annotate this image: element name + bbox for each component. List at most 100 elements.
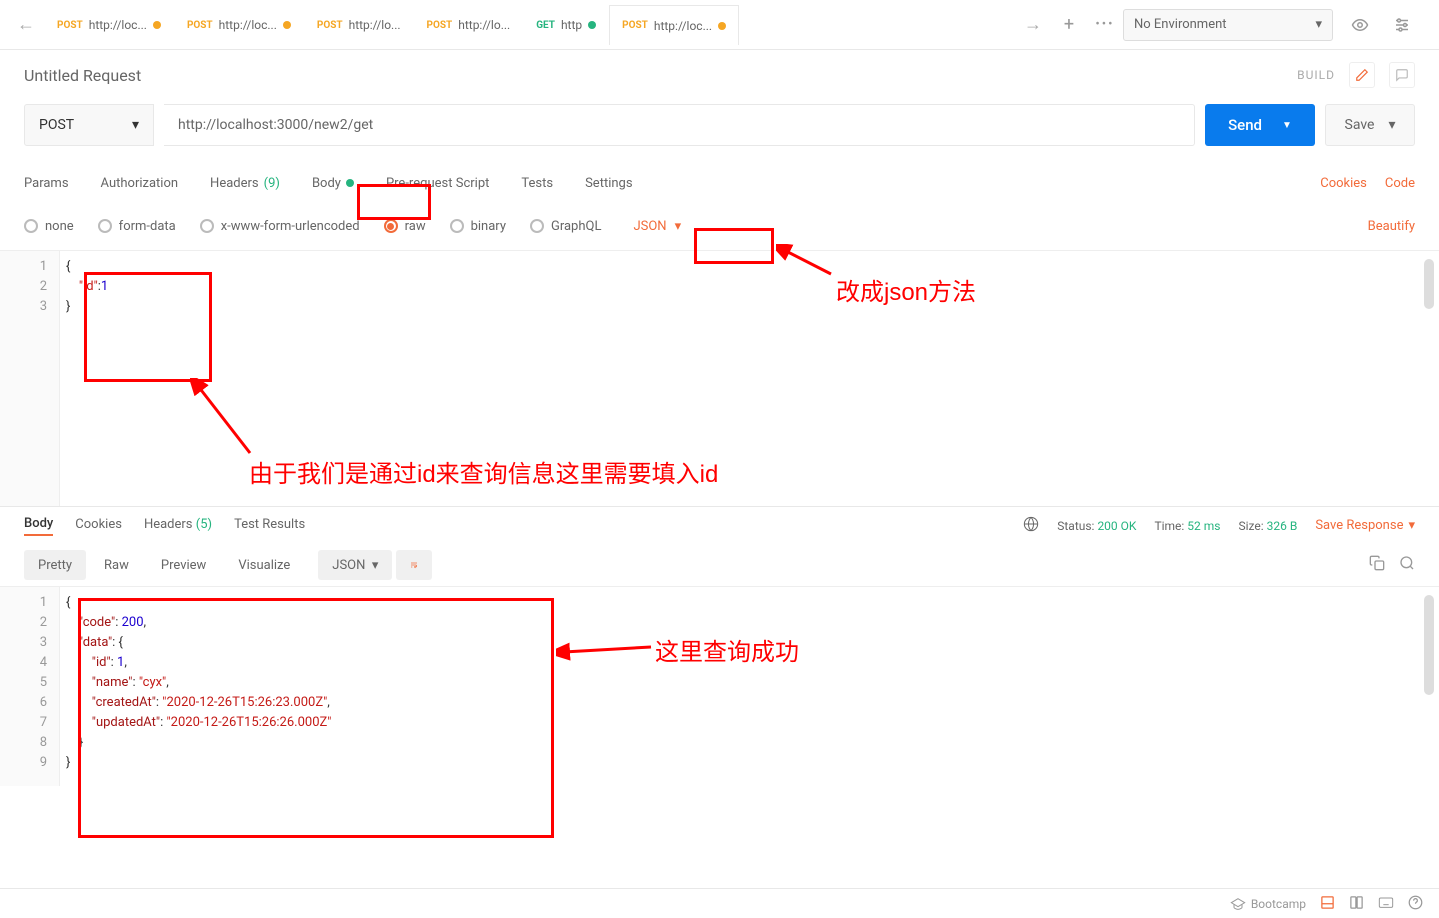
save-response-button[interactable]: Save Response ▾ xyxy=(1315,518,1415,533)
body-type-row: none form-data x-www-form-urlencoded raw… xyxy=(0,208,1439,244)
tab-settings[interactable]: Settings xyxy=(585,176,632,191)
send-button[interactable]: Send ▼ xyxy=(1205,104,1315,146)
view-visualize[interactable]: Visualize xyxy=(224,550,304,580)
request-tab[interactable]: GET http xyxy=(523,5,609,45)
code-area[interactable]: { "code": 200, "data": { "id": 1, "name"… xyxy=(60,587,1439,786)
nav-back[interactable]: ← xyxy=(8,7,44,43)
method-badge: GET xyxy=(536,20,555,31)
active-dot-icon xyxy=(346,179,354,187)
request-section-tabs: Params Authorization Headers (9) Body Pr… xyxy=(0,162,1439,204)
view-preview[interactable]: Preview xyxy=(147,550,220,580)
chevron-down-icon: ▾ xyxy=(1315,17,1322,32)
radio-none[interactable]: none xyxy=(24,219,74,234)
build-label[interactable]: BUILD xyxy=(1297,68,1335,82)
resp-tab-test-results[interactable]: Test Results xyxy=(234,517,305,535)
request-tab[interactable]: POST http://loc... xyxy=(174,5,304,45)
request-header: Untitled Request BUILD xyxy=(0,50,1439,100)
top-bar: ← POSThttp://loc...POSThttp://loc...POST… xyxy=(0,0,1439,50)
radio-form-data[interactable]: form-data xyxy=(98,219,176,234)
chevron-down-icon: ▾ xyxy=(675,219,682,234)
method-value: POST xyxy=(39,117,74,133)
tab-body[interactable]: Body xyxy=(312,176,354,191)
chevron-down-icon: ▾ xyxy=(132,117,139,133)
response-format-select[interactable]: JSON ▾ xyxy=(318,550,392,580)
unsaved-dot-icon xyxy=(588,21,596,29)
radio-urlencoded[interactable]: x-www-form-urlencoded xyxy=(200,219,360,234)
save-label: Save xyxy=(1345,117,1375,133)
unsaved-dot-icon xyxy=(283,21,291,29)
resp-tab-body[interactable]: Body xyxy=(24,516,53,536)
tab-title: http xyxy=(561,18,582,32)
resp-tab-cookies[interactable]: Cookies xyxy=(75,517,122,535)
footer: Bootcamp xyxy=(0,888,1439,918)
chevron-down-icon: ▼ xyxy=(1282,120,1292,131)
request-tab[interactable]: POST http://lo... xyxy=(414,5,524,45)
method-badge: POST xyxy=(187,20,213,31)
tab-more-button[interactable]: ••• xyxy=(1087,7,1123,43)
method-badge: POST xyxy=(317,20,343,31)
resp-tab-headers[interactable]: Headers (5) xyxy=(144,517,212,535)
tab-prerequest[interactable]: Pre-request Script xyxy=(386,176,489,191)
tab-tests[interactable]: Tests xyxy=(521,176,553,191)
code-area[interactable]: { "id":1 } xyxy=(60,251,1439,506)
request-tab[interactable]: POST http://loc... xyxy=(44,5,174,45)
response-body-editor[interactable]: 123456789 { "code": 200, "data": { "id":… xyxy=(0,586,1439,786)
body-format-select[interactable]: JSON ▾ xyxy=(625,217,689,236)
tab-headers[interactable]: Headers (9) xyxy=(210,176,280,191)
request-body-editor[interactable]: 123 { "id":1 } xyxy=(0,250,1439,506)
radio-graphql[interactable]: GraphQL xyxy=(530,219,601,234)
tab-title: http://loc... xyxy=(654,19,712,33)
help-icon[interactable] xyxy=(1408,895,1423,913)
method-select[interactable]: POST ▾ xyxy=(24,104,154,146)
unsaved-dot-icon xyxy=(718,22,726,30)
wrap-lines-button[interactable] xyxy=(396,550,432,580)
tab-title: http://lo... xyxy=(349,18,401,32)
save-button[interactable]: Save ▾ xyxy=(1325,104,1415,146)
settings-icon[interactable] xyxy=(1387,10,1417,40)
view-pretty[interactable]: Pretty xyxy=(24,550,86,580)
request-name[interactable]: Untitled Request xyxy=(24,66,141,85)
url-input[interactable] xyxy=(164,104,1195,146)
scroll-indicator xyxy=(1424,595,1434,695)
environment-select[interactable]: No Environment ▾ xyxy=(1123,9,1333,41)
send-label: Send xyxy=(1228,116,1262,134)
tab-authorization[interactable]: Authorization xyxy=(101,176,179,191)
method-badge: POST xyxy=(427,20,453,31)
line-gutter: 123 xyxy=(0,251,60,506)
tab-title: http://lo... xyxy=(458,18,510,32)
panel-icon[interactable] xyxy=(1320,895,1335,913)
response-toolbar: Pretty Raw Preview Visualize JSON ▾ xyxy=(0,544,1439,586)
edit-icon[interactable] xyxy=(1349,62,1375,88)
unsaved-dot-icon xyxy=(153,21,161,29)
environment-label: No Environment xyxy=(1134,17,1227,32)
code-link[interactable]: Code xyxy=(1385,176,1415,191)
request-tab[interactable]: POST http://loc... xyxy=(609,5,739,45)
globe-icon[interactable] xyxy=(1023,516,1039,535)
beautify-link[interactable]: Beautify xyxy=(1368,219,1415,234)
copy-icon[interactable] xyxy=(1369,555,1385,575)
env-preview-icon[interactable] xyxy=(1345,10,1375,40)
two-pane-icon[interactable] xyxy=(1349,895,1364,913)
response-header: Body Cookies Headers (5) Test Results St… xyxy=(0,506,1439,544)
keyboard-icon[interactable] xyxy=(1378,895,1394,912)
tab-title: http://loc... xyxy=(219,18,277,32)
method-badge: POST xyxy=(622,20,648,31)
tab-params[interactable]: Params xyxy=(24,176,69,191)
method-badge: POST xyxy=(57,20,83,31)
tab-title: http://loc... xyxy=(89,18,147,32)
cookies-link[interactable]: Cookies xyxy=(1320,176,1367,191)
request-tab[interactable]: POST http://lo... xyxy=(304,5,414,45)
request-tabs: POST http://loc... POST http://loc... POST ht… xyxy=(44,0,1015,49)
line-gutter: 123456789 xyxy=(0,587,60,786)
search-icon[interactable] xyxy=(1399,555,1415,575)
comment-icon[interactable] xyxy=(1389,62,1415,88)
new-tab-button[interactable]: + xyxy=(1051,7,1087,43)
radio-raw[interactable]: raw xyxy=(384,219,426,234)
radio-binary[interactable]: binary xyxy=(450,219,506,234)
url-row: POST ▾ Send ▼ Save ▾ xyxy=(0,104,1439,146)
bootcamp-link[interactable]: Bootcamp xyxy=(1230,897,1306,911)
chevron-down-icon: ▾ xyxy=(1388,117,1395,133)
chevron-down-icon: ▾ xyxy=(1408,518,1415,533)
view-raw[interactable]: Raw xyxy=(90,550,143,580)
nav-forward[interactable]: → xyxy=(1015,7,1051,43)
